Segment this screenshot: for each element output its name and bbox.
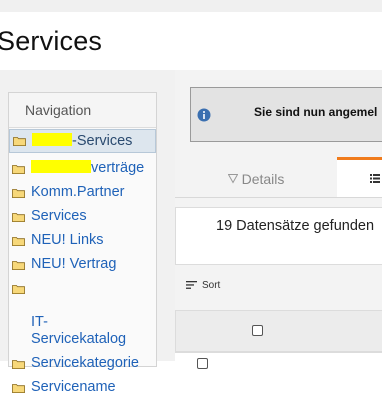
redacted-text — [31, 160, 91, 173]
folder-icon — [12, 189, 25, 198]
tab-list[interactable] — [337, 157, 382, 197]
tab-details-label: Details — [241, 171, 285, 187]
navigation-panel: Navigation -Services verträge Komm.Partn… — [8, 92, 157, 395]
table-header — [175, 310, 382, 352]
notification-bar: Sie sind nun angemel — [190, 87, 382, 142]
nav-item-label: NEU! Vertrag — [31, 256, 117, 272]
nav-item-label: Komm.Partner — [31, 184, 125, 200]
nav-item-servicename[interactable]: Servicename — [9, 379, 156, 396]
nav-item-komm-partner[interactable]: Komm.Partner — [9, 184, 156, 201]
tab-bar: Details — [175, 157, 382, 198]
nav-item-it-servicekatalog[interactable]: IT- Servicekatalog — [9, 280, 156, 348]
filter-icon — [227, 174, 238, 184]
navigation-list: -Services verträge Komm.Partner Services… — [9, 129, 156, 396]
tab-details[interactable]: Details — [175, 157, 337, 197]
nav-item-neu-links[interactable]: NEU! Links — [9, 232, 156, 249]
folder-icon — [12, 237, 25, 246]
list-icon — [370, 174, 380, 183]
nav-item-label: Servicename — [31, 379, 116, 395]
page-title: Services — [0, 26, 103, 56]
table-row — [175, 352, 382, 369]
row-checkbox[interactable] — [197, 358, 208, 369]
folder-icon — [13, 137, 26, 146]
nav-item-label: IT- Servicekatalog — [31, 314, 127, 347]
sort-button[interactable]: Sort — [186, 280, 220, 291]
nav-item-services-selected[interactable]: -Services — [9, 129, 156, 153]
folder-icon — [12, 261, 25, 270]
info-icon — [197, 108, 211, 122]
notification-text: Sie sind nun angemel — [254, 105, 378, 119]
nav-item-servicekategorie[interactable]: Servicekategorie — [9, 355, 156, 372]
nav-item-label: -Services — [72, 133, 133, 149]
nav-item-neu-vertrag[interactable]: NEU! Vertrag — [9, 256, 156, 273]
folder-icon — [12, 285, 25, 294]
navigation-header: Navigation — [9, 93, 156, 128]
folder-icon — [12, 165, 25, 174]
nav-item-label: Servicekategorie — [31, 355, 139, 371]
folder-icon — [12, 384, 25, 393]
select-all-checkbox[interactable] — [252, 325, 263, 336]
top-strip — [0, 0, 382, 12]
sort-icon — [186, 281, 197, 289]
nav-item-vertraege[interactable]: verträge — [9, 160, 156, 177]
results-box: 19 Datensätze gefunden — [175, 207, 382, 265]
nav-item-label: NEU! Links — [31, 232, 104, 248]
sort-label: Sort — [202, 280, 221, 291]
nav-item-label: verträge — [91, 160, 145, 176]
folder-icon — [12, 213, 25, 222]
nav-item-label: Services — [31, 208, 87, 224]
nav-item-services[interactable]: Services — [9, 208, 156, 225]
redacted-text — [32, 133, 72, 146]
results-count: 19 Datensätze gefunden — [216, 218, 375, 234]
